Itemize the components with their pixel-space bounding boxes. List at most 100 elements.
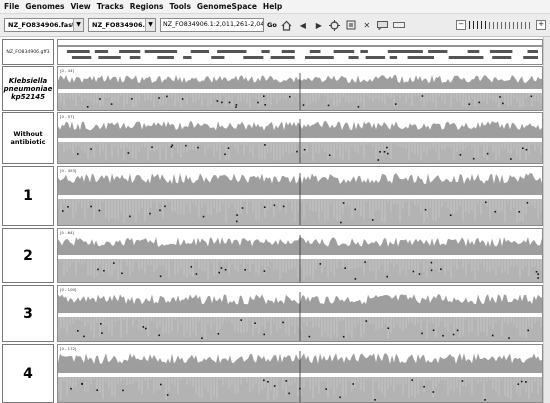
mismatch-mark [263, 379, 265, 382]
mismatch-mark [421, 332, 423, 335]
mismatch-mark [97, 268, 99, 271]
mismatch-mark [190, 266, 193, 268]
roi-icon[interactable] [345, 19, 357, 31]
locus-input[interactable]: NZ_FO834906.1:2,011,261-2,046,861 [160, 18, 264, 32]
mismatch-mark [303, 148, 306, 151]
mismatch-mark [537, 273, 539, 275]
mismatch-mark [325, 388, 327, 390]
gene-feature [309, 50, 321, 53]
menu-view[interactable]: View [70, 0, 90, 13]
gene-feature [389, 56, 398, 59]
track-label: 2 [23, 247, 33, 264]
gene-track-name[interactable]: NZ_FO834906.gff3 [2, 39, 54, 65]
zoom-in-icon[interactable]: + [536, 20, 546, 30]
alignment-plot [58, 351, 542, 402]
mismatch-mark [494, 210, 497, 213]
mismatch-mark [518, 211, 521, 213]
genome-dropdown[interactable]: NZ_FO834906.fasta ▼ [4, 18, 84, 32]
track-data-4[interactable]: [0 - 64] [57, 228, 543, 283]
mismatch-mark [129, 215, 131, 218]
mismatch-mark [142, 326, 145, 328]
refresh-icon[interactable] [329, 19, 341, 31]
menu-genomespace[interactable]: GenomeSpace [197, 0, 257, 13]
mismatch-mark [411, 379, 413, 381]
mismatch-mark [535, 271, 538, 273]
menu-genomes[interactable]: Genomes [25, 0, 64, 13]
mismatch-mark [67, 206, 69, 208]
track-data-5[interactable]: [0 - 100] [57, 285, 543, 342]
ruler-icon[interactable] [392, 19, 405, 31]
mismatch-mark [100, 323, 102, 325]
mismatch-mark [340, 221, 342, 224]
forward-arrow-icon[interactable]: ▶ [313, 19, 325, 31]
mismatch-mark [510, 158, 512, 160]
gene-feature [527, 50, 538, 53]
gene-track-features[interactable] [57, 39, 543, 65]
mismatch-mark [122, 389, 124, 392]
mismatch-mark [499, 96, 501, 98]
mismatch-mark [171, 144, 174, 147]
mismatch-mark [461, 380, 464, 382]
menu-tools[interactable]: Tools [169, 0, 190, 13]
mismatch-mark [452, 333, 455, 336]
home-icon[interactable] [281, 19, 293, 31]
gene-feature [523, 56, 538, 59]
zoom-out-icon[interactable]: − [456, 20, 466, 30]
mismatch-mark [195, 273, 198, 275]
mismatch-mark [502, 102, 504, 105]
track-data-2[interactable]: [0 - 57] [57, 112, 543, 164]
zoom-slider[interactable] [469, 21, 533, 29]
close-icon[interactable]: ✕ [361, 19, 373, 31]
chromosome-dropdown[interactable]: NZ_FO834906.1 ▼ [88, 18, 156, 32]
mismatch-mark [263, 270, 266, 272]
track-name-6[interactable]: 4 [2, 344, 54, 403]
gene-feature [360, 50, 368, 53]
track-name-1[interactable]: Klebsiella pneumoniae kp52145 [2, 66, 54, 111]
mismatch-mark [525, 148, 528, 151]
mismatch-mark [327, 104, 330, 107]
back-arrow-icon[interactable]: ◀ [297, 19, 309, 31]
mismatch-mark [83, 335, 85, 338]
mismatch-mark [371, 219, 374, 221]
track-label: 4 [23, 365, 33, 382]
mismatch-mark [181, 98, 184, 100]
track-name-4[interactable]: 2 [2, 228, 54, 283]
mismatch-mark [537, 277, 539, 279]
menu-help[interactable]: Help [263, 0, 282, 13]
track-name-3[interactable]: 1 [2, 166, 54, 226]
gene-feature [281, 50, 295, 53]
menu-bar: File Genomes View Tracks Regions Tools G… [0, 0, 550, 14]
mismatch-mark [151, 146, 153, 148]
gene-feature [98, 56, 121, 59]
mismatch-mark [170, 146, 173, 148]
mismatch-mark [263, 95, 265, 97]
mismatch-mark [319, 263, 322, 265]
go-button[interactable]: Go [267, 21, 277, 29]
mismatch-mark [241, 207, 244, 209]
mismatch-mark [96, 389, 98, 391]
track-data-6[interactable]: [0 - 172] [57, 344, 543, 403]
mismatch-mark [149, 212, 151, 215]
menu-regions[interactable]: Regions [130, 0, 164, 13]
mismatch-mark [158, 97, 160, 99]
alignment-plot [58, 235, 542, 282]
chevron-down-icon: ▼ [73, 19, 83, 31]
menu-file[interactable]: File [4, 0, 19, 13]
popup-text-icon[interactable] [377, 19, 389, 31]
mismatch-mark [352, 383, 354, 385]
mismatch-mark [522, 147, 524, 150]
track-label: Without antibiotic [10, 130, 46, 146]
alignment-plot [58, 119, 542, 163]
mismatch-mark [374, 399, 376, 401]
coverage-range-label: [0 - 100] [60, 287, 77, 292]
track-name-5[interactable]: 3 [2, 285, 54, 342]
gene-feature [144, 50, 178, 53]
track-data-1[interactable]: [0 - 44] [57, 66, 543, 111]
genome-dropdown-value: NZ_FO834906.fasta [8, 21, 80, 29]
track-data-3[interactable]: [0 - 453] [57, 166, 543, 226]
mismatch-mark [486, 152, 489, 155]
vertical-scrollbar[interactable] [543, 37, 550, 403]
track-name-2[interactable]: Without antibiotic [2, 112, 54, 164]
menu-tracks[interactable]: Tracks [97, 0, 124, 13]
mismatch-mark [99, 98, 101, 100]
